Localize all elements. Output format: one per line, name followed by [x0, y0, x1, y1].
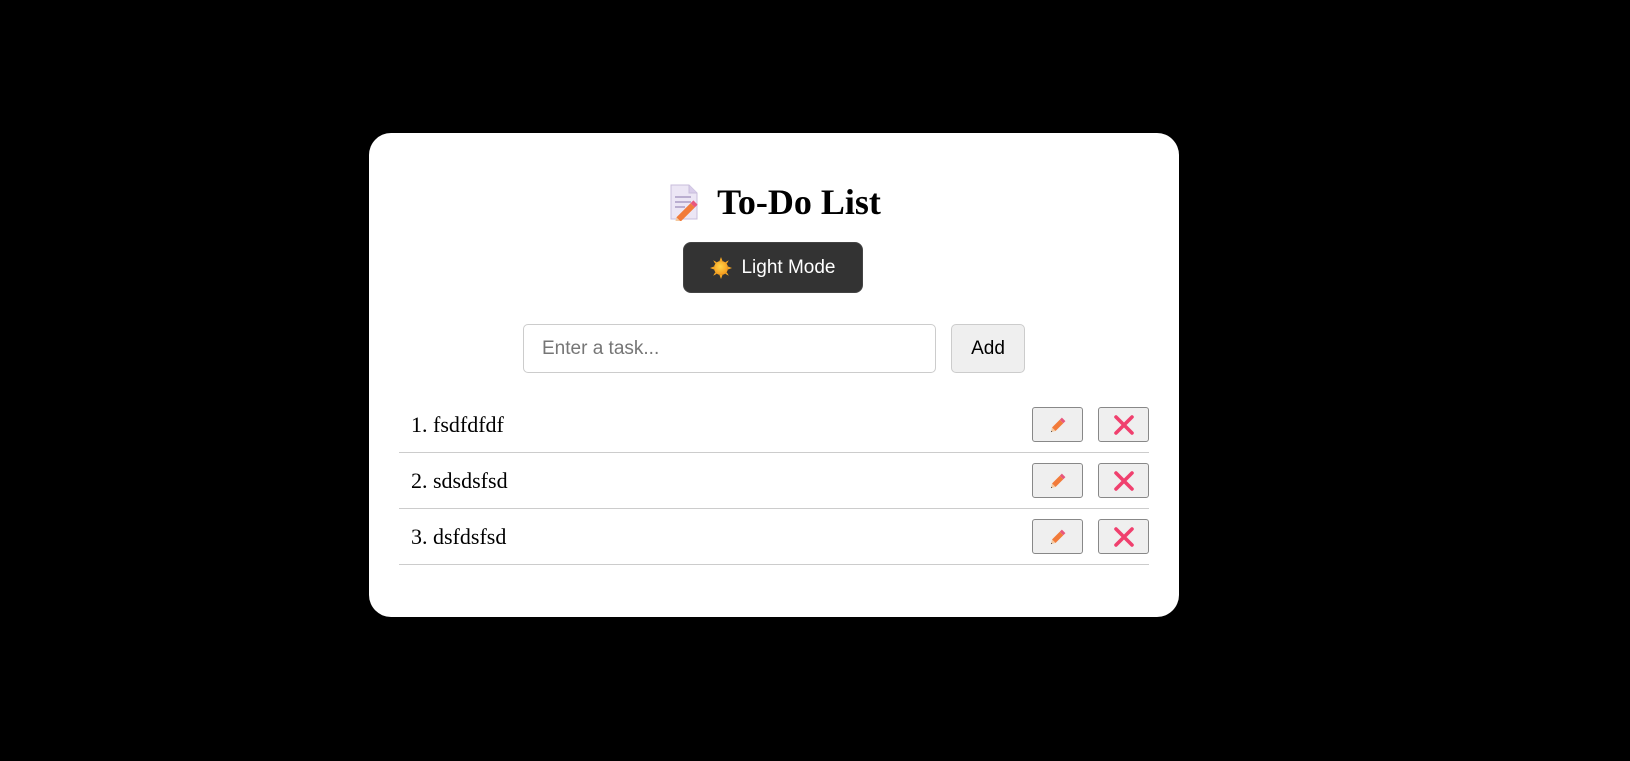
- task-list: 1. fsdfdfdf 2. sdsdsfsd 3. dsfdsfsd: [399, 397, 1149, 565]
- task-actions: [1032, 407, 1149, 442]
- pencil-icon: [1047, 526, 1069, 548]
- theme-toggle-button[interactable]: Light Mode: [683, 242, 863, 293]
- header: To-Do List: [369, 182, 1179, 224]
- task-actions: [1032, 519, 1149, 554]
- theme-toggle-label: Light Mode: [741, 256, 836, 278]
- task-row: 3. dsfdsfsd: [399, 509, 1149, 565]
- task-input[interactable]: [523, 324, 936, 373]
- delete-task-button[interactable]: [1098, 519, 1149, 554]
- delete-task-button[interactable]: [1098, 463, 1149, 498]
- add-task-button[interactable]: Add: [951, 324, 1025, 373]
- task-label: 2. sdsdsfsd: [411, 467, 508, 493]
- edit-task-button[interactable]: [1032, 463, 1083, 498]
- edit-task-button[interactable]: [1032, 519, 1083, 554]
- sun-icon: [710, 256, 733, 279]
- task-label: 1. fsdfdfdf: [411, 411, 504, 437]
- pencil-icon: [1047, 414, 1069, 436]
- task-row: 1. fsdfdfdf: [399, 397, 1149, 453]
- delete-task-button[interactable]: [1098, 407, 1149, 442]
- page-title: To-Do List: [717, 182, 881, 222]
- pencil-icon: [1047, 470, 1069, 492]
- memo-pencil-icon: [667, 183, 701, 224]
- close-icon: [1113, 470, 1135, 492]
- task-actions: [1032, 463, 1149, 498]
- task-row: 2. sdsdsfsd: [399, 453, 1149, 509]
- close-icon: [1113, 526, 1135, 548]
- task-label: 3. dsfdsfsd: [411, 523, 507, 549]
- edit-task-button[interactable]: [1032, 407, 1083, 442]
- close-icon: [1113, 414, 1135, 436]
- todo-card: To-Do List Light Mode Enter a task... Ad…: [369, 133, 1179, 617]
